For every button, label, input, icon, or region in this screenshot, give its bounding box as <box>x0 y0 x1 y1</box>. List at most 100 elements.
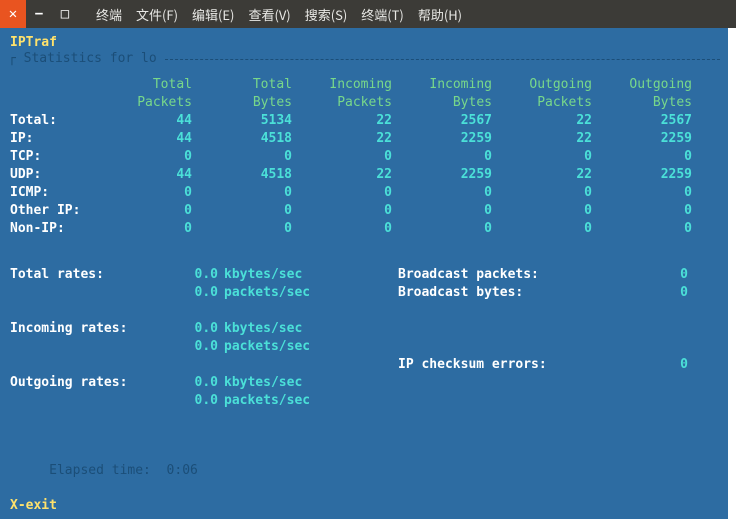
terminal: IPTraf ┌ Statistics for lo Total Total I… <box>0 28 736 519</box>
pk-unit-2: packets/sec <box>218 338 310 356</box>
cell: 0 <box>598 148 698 166</box>
cell: 2259 <box>398 166 498 184</box>
cell: 0 <box>98 220 198 238</box>
row-label: TCP: <box>8 148 98 166</box>
hdr-incoming-bytes-1: Incoming <box>398 76 498 94</box>
hdr-outgoing-packets-2: Packets <box>498 94 598 112</box>
cell: 0 <box>198 220 298 238</box>
cell: 0 <box>398 220 498 238</box>
row-label: IP: <box>8 130 98 148</box>
bcast-bytes-label: Broadcast bytes: <box>398 284 618 302</box>
cell: 22 <box>498 130 598 148</box>
cksum-label: IP checksum errors: <box>398 356 618 374</box>
table-row: IP:444518222259222259 <box>8 130 720 148</box>
pk-unit: packets/sec <box>218 284 310 302</box>
cell: 0 <box>398 148 498 166</box>
hdr-total-packets-1: Total <box>98 76 198 94</box>
cell: 22 <box>498 112 598 130</box>
hdr-total-bytes-1: Total <box>198 76 298 94</box>
menu-help[interactable]: 帮助(H) <box>414 3 466 26</box>
maximize-button[interactable]: □ <box>52 0 78 28</box>
hdr-incoming-packets-1: Incoming <box>298 76 398 94</box>
cell: 0 <box>498 220 598 238</box>
kb-unit: kbytes/sec <box>218 266 302 284</box>
cell: 2259 <box>598 166 698 184</box>
table-row: Non-IP:000000 <box>8 220 720 238</box>
cell: 22 <box>498 166 598 184</box>
hdr-outgoing-packets-1: Outgoing <box>498 76 598 94</box>
header-row-1: Total Total Incoming Incoming Outgoing O… <box>8 76 720 94</box>
incoming-rates-label: Incoming rates: <box>8 320 168 338</box>
cell: 44 <box>98 166 198 184</box>
menu-terminal[interactable]: 终端 <box>92 3 126 26</box>
frame-header: ┌ Statistics for lo <box>8 50 720 68</box>
hdr-total-packets-2: Packets <box>98 94 198 112</box>
cell: 22 <box>298 130 398 148</box>
cell: 2259 <box>598 130 698 148</box>
cell: 0 <box>498 184 598 202</box>
cell: 0 <box>398 202 498 220</box>
rates-block: Total rates: 0.0 kbytes/sec 0.0 packets/… <box>8 266 720 410</box>
menu-file[interactable]: 文件(F) <box>132 3 182 26</box>
row-label: Non-IP: <box>8 220 98 238</box>
cell: 0 <box>198 202 298 220</box>
table-row: TCP:000000 <box>8 148 720 166</box>
row-label: ICMP: <box>8 184 98 202</box>
cell: 0 <box>98 148 198 166</box>
cell: 0 <box>298 184 398 202</box>
cell: 22 <box>298 166 398 184</box>
titlebar: ✕ − □ 终端 文件(F) 编辑(E) 查看(V) 搜索(S) 终端(T) 帮… <box>0 0 736 28</box>
outgoing-rates-label: Outgoing rates: <box>8 374 168 392</box>
exit-hint: X-exit <box>10 497 57 515</box>
menubar: 终端 文件(F) 编辑(E) 查看(V) 搜索(S) 终端(T) 帮助(H) <box>92 3 466 26</box>
kb-unit-2: kbytes/sec <box>218 320 302 338</box>
total-rate-pk: 0.0 <box>168 284 218 302</box>
cell: 4518 <box>198 130 298 148</box>
window-controls: ✕ − □ <box>0 0 78 28</box>
cell: 2567 <box>598 112 698 130</box>
total-rates-label: Total rates: <box>8 266 168 284</box>
close-button[interactable]: ✕ <box>0 0 26 28</box>
menu-search[interactable]: 搜索(S) <box>301 3 352 26</box>
row-label: UDP: <box>8 166 98 184</box>
outgoing-rate-pk: 0.0 <box>168 392 218 410</box>
cell: 0 <box>198 184 298 202</box>
cell: 0 <box>598 202 698 220</box>
hdr-total-bytes-2: Bytes <box>198 94 298 112</box>
row-label: Other IP: <box>8 202 98 220</box>
cell: 0 <box>598 220 698 238</box>
cell: 0 <box>298 220 398 238</box>
cell: 22 <box>298 112 398 130</box>
elapsed-time: Elapsed time: 0:06 <box>10 444 198 497</box>
table-row: UDP:444518222259222259 <box>8 166 720 184</box>
frame-dash-right <box>165 59 720 60</box>
pk-unit-3: packets/sec <box>218 392 310 410</box>
frame-label: Statistics for lo <box>16 50 165 68</box>
total-rate-kb: 0.0 <box>168 266 218 284</box>
cell: 2259 <box>398 130 498 148</box>
frame-dash-left: ┌ <box>8 50 16 68</box>
bcast-packets-val: 0 <box>618 266 688 284</box>
menu-edit[interactable]: 编辑(E) <box>188 3 238 26</box>
hdr-outgoing-bytes-1: Outgoing <box>598 76 698 94</box>
bcast-packets-label: Broadcast packets: <box>398 266 618 284</box>
table-row: ICMP:000000 <box>8 184 720 202</box>
minimize-button[interactable]: − <box>26 0 52 28</box>
app-title: IPTraf <box>10 34 57 52</box>
table-row: Total:445134222567222567 <box>8 112 720 130</box>
cell: 0 <box>98 184 198 202</box>
menu-view[interactable]: 查看(V) <box>244 3 294 26</box>
cell: 0 <box>398 184 498 202</box>
cksum-val: 0 <box>618 356 688 374</box>
table-row: Other IP:000000 <box>8 202 720 220</box>
menu-terminal2[interactable]: 终端(T) <box>357 3 408 26</box>
row-label: Total: <box>8 112 98 130</box>
stats-table: Total Total Incoming Incoming Outgoing O… <box>8 76 720 238</box>
cell: 0 <box>298 202 398 220</box>
incoming-rate-pk: 0.0 <box>168 338 218 356</box>
cell: 44 <box>98 112 198 130</box>
cell: 4518 <box>198 166 298 184</box>
cell: 44 <box>98 130 198 148</box>
cell: 0 <box>298 148 398 166</box>
bcast-bytes-val: 0 <box>618 284 688 302</box>
